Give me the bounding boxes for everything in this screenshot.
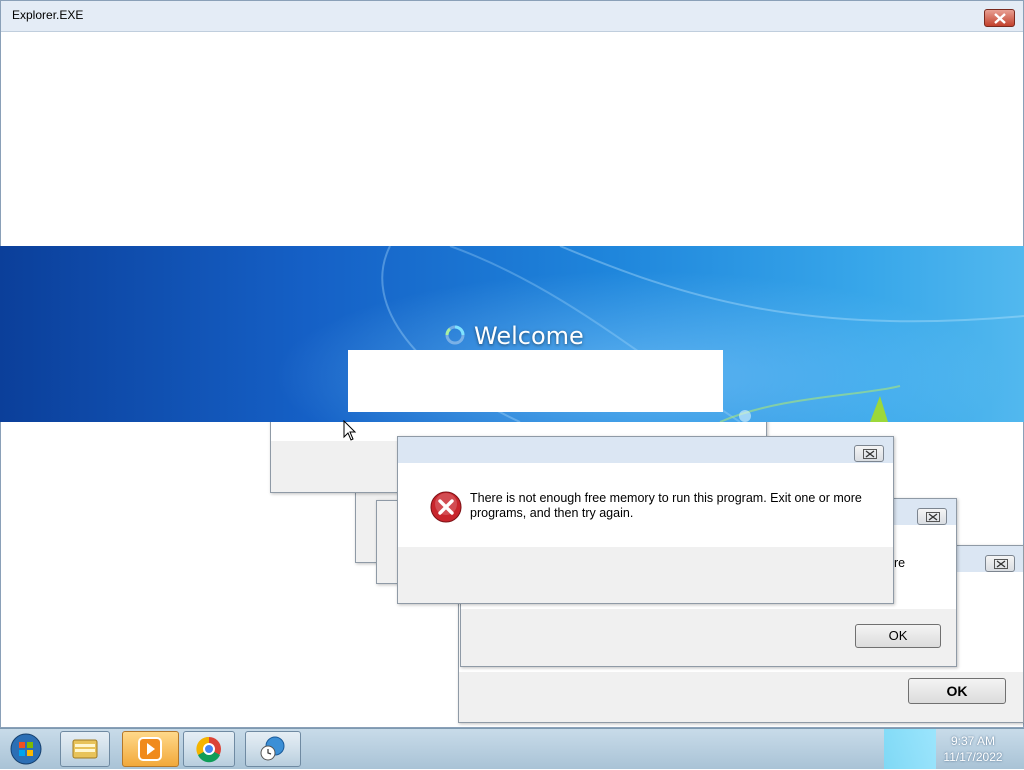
file-explorer-icon <box>72 739 98 759</box>
close-button[interactable] <box>984 9 1015 27</box>
start-button[interactable] <box>6 731 46 767</box>
chrome-icon <box>196 736 221 763</box>
taskbar-network-clock[interactable] <box>245 731 301 767</box>
taskbar-media-player[interactable] <box>122 731 179 767</box>
close-icon <box>994 559 1008 569</box>
dialog-close-button[interactable] <box>854 445 884 462</box>
mouse-cursor-icon <box>343 419 357 442</box>
taskbar-chrome[interactable] <box>183 731 235 767</box>
loading-spinner-icon <box>444 324 466 346</box>
clock-date: 11/17/2022 <box>943 750 1003 764</box>
welcome-screen-overlay: Welcome <box>0 246 1024 422</box>
ok-button[interactable]: OK <box>855 624 941 648</box>
media-player-icon <box>138 737 162 761</box>
window-title: Explorer.EXE <box>12 8 84 22</box>
close-icon <box>863 449 877 459</box>
welcome-label: Welcome <box>474 322 584 350</box>
dialog-close-button[interactable] <box>917 508 947 525</box>
clock-time: 9:37 AM <box>950 734 996 748</box>
error-dialog-front: There is not enough free memory to run t… <box>397 436 894 604</box>
close-icon <box>994 13 1006 24</box>
dialog-message-area: There is not enough free memory to run t… <box>398 463 893 547</box>
start-orb-icon <box>10 733 42 765</box>
taskbar: 9:37 AM 11/17/2022 <box>0 728 1024 769</box>
dialog-titlebar[interactable] <box>398 437 893 464</box>
ok-button[interactable]: OK <box>908 678 1006 704</box>
taskbar-file-explorer[interactable] <box>60 731 110 767</box>
close-icon <box>926 512 940 522</box>
system-clock[interactable]: 9:37 AM 11/17/2022 <box>938 731 1008 764</box>
error-message: There is not enough free memory to run t… <box>470 491 862 520</box>
dialog-close-button[interactable] <box>985 555 1015 572</box>
show-desktop-area[interactable] <box>884 729 936 769</box>
explorer-titlebar[interactable]: Explorer.EXE <box>1 1 1023 32</box>
error-icon <box>430 491 462 523</box>
network-clock-icon <box>260 736 285 761</box>
welcome-status-box <box>348 350 723 412</box>
